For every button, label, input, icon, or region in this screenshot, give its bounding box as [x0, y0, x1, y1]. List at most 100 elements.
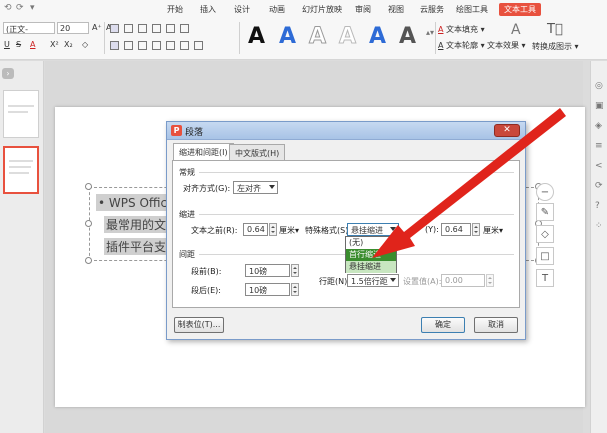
tab-home[interactable]: 开始 [167, 4, 183, 15]
text-fill-button[interactable]: A 文本填充 ▾ [438, 24, 485, 35]
special-format-select[interactable]: 悬挂缩进 [347, 223, 399, 236]
wordart-style-5[interactable]: A [369, 26, 386, 48]
increase-indent-icon[interactable] [152, 24, 161, 33]
tab-animation[interactable]: 动画 [269, 4, 285, 15]
wordart-style-4[interactable]: A [338, 25, 356, 48]
sidebar-icon[interactable]: ▣ [595, 101, 604, 111]
clear-format-icon[interactable]: ◇ [82, 40, 88, 49]
align-right-icon[interactable] [138, 41, 147, 50]
sidebar-icon[interactable]: ⟳ [595, 181, 603, 191]
undo-icon[interactable]: ⟳ [16, 3, 24, 13]
sidebar-icon[interactable]: ⁘ [595, 221, 603, 231]
tab-drawing-tools[interactable]: 绘图工具 [456, 4, 488, 15]
chevron-down-icon [390, 278, 396, 282]
tab-review[interactable]: 审阅 [355, 4, 371, 15]
wordart-style-3-label: A [308, 24, 327, 49]
space-before-input[interactable]: 10磅 [245, 264, 290, 277]
align-center-icon[interactable] [124, 41, 133, 50]
option-none[interactable]: (无) [346, 237, 396, 249]
text-outline-button[interactable]: A 文本轮廓 ▾ [438, 40, 485, 51]
dialog-title-bar[interactable]: P 段落 ✕ [167, 122, 525, 140]
distribute-icon[interactable] [166, 41, 175, 50]
text-direction-icon[interactable] [166, 24, 175, 33]
tab-stops-button[interactable]: 制表位(T)... [174, 317, 224, 333]
right-task-strip: ◎ ▣ ◈ ≡ < ⟳ ? ⁘ [590, 61, 607, 433]
option-hanging-indent[interactable]: 悬挂缩进 [346, 261, 396, 273]
resize-handle[interactable] [85, 183, 92, 190]
wordart-style-3[interactable]: A [308, 24, 327, 49]
align-select[interactable]: 左对齐 [233, 181, 278, 194]
option-first-line-indent[interactable]: 首行缩进 [346, 249, 396, 261]
tab-text-tools[interactable]: 文本工具 [499, 3, 541, 16]
thumb-line [8, 111, 28, 113]
vertical-align-icon[interactable] [194, 41, 203, 50]
tab-view[interactable]: 视图 [388, 4, 404, 15]
wordart-style-6[interactable]: A [399, 26, 416, 48]
columns-icon[interactable] [180, 41, 189, 50]
ok-button[interactable]: 确定 [421, 317, 465, 333]
grow-font-icon[interactable]: A⁺ [92, 23, 102, 32]
tab-slideshow[interactable]: 幻灯片放映 [302, 4, 342, 15]
pen-icon[interactable]: ✎ [536, 203, 554, 221]
measure-spinner[interactable] [472, 223, 480, 236]
wordart-style-2[interactable]: A [279, 26, 296, 48]
shape-outline-icon[interactable]: □ [536, 247, 554, 265]
thumb-line [8, 105, 34, 107]
text-frame-icon[interactable]: T [536, 269, 554, 287]
space-after-spinner[interactable] [291, 283, 299, 296]
slide-thumbnail-1[interactable] [3, 90, 39, 138]
before-text-spinner[interactable] [269, 223, 277, 236]
help-icon[interactable]: ? [595, 201, 600, 211]
align-left-icon[interactable] [110, 41, 119, 50]
measure-label: (Y): [425, 225, 439, 234]
tab-insert[interactable]: 插入 [200, 4, 216, 15]
cancel-button[interactable]: 取消 [474, 317, 518, 333]
minus-icon[interactable]: − [536, 183, 554, 201]
convert-to-diagram-button[interactable]: 转换成图示 ▾ [532, 41, 579, 52]
resize-handle[interactable] [85, 220, 92, 227]
line-spacing-icon[interactable] [180, 24, 189, 33]
before-text-input[interactable]: 0.64 [243, 223, 268, 236]
tab-design[interactable]: 设计 [234, 4, 250, 15]
measure-input[interactable]: 0.64 [441, 223, 471, 236]
line-spacing-value: 1.5倍行距 [351, 277, 388, 286]
section-indent: 缩进 [179, 210, 195, 219]
tab-cloud[interactable]: 云服务 [420, 4, 444, 15]
sidebar-icon[interactable]: ◎ [595, 81, 603, 91]
decrease-indent-icon[interactable] [138, 24, 147, 33]
wordart-gallery-more-icon[interactable]: ▴▾ [426, 28, 434, 37]
font-name-select[interactable]: (正文- [3, 22, 55, 34]
superscript-icon[interactable]: X² [50, 40, 59, 49]
tab-indent-spacing[interactable]: 缩进和间距(I) [173, 143, 234, 161]
font-name-value: (正文- [6, 25, 29, 34]
slide-thumbnail-2[interactable] [3, 146, 39, 194]
space-after-input[interactable]: 10磅 [245, 283, 290, 296]
tab-chinese-layout[interactable]: 中文版式(H) [229, 144, 286, 160]
bullets-icon[interactable] [110, 24, 119, 33]
resize-handle[interactable] [85, 257, 92, 264]
sidebar-icon[interactable]: ≡ [595, 141, 603, 151]
more-quick-access-icon[interactable]: ▾ [30, 3, 35, 13]
dialog-close-button[interactable]: ✕ [494, 124, 520, 137]
numbering-icon[interactable] [124, 24, 133, 33]
before-text-value: 0.64 [247, 225, 265, 234]
shape-fill-icon[interactable]: ◇ [536, 225, 554, 243]
font-color-icon[interactable]: A [30, 40, 35, 49]
underline-icon[interactable]: U [4, 40, 10, 49]
text-effect-button[interactable]: 文本效果 ▾ [487, 40, 526, 51]
space-before-spinner[interactable] [291, 264, 299, 277]
text-effect-label: 文本效果 [487, 41, 519, 50]
collapse-pane-icon[interactable]: › [2, 68, 14, 79]
sidebar-icon[interactable]: < [595, 161, 603, 171]
strikethrough-icon[interactable]: S [16, 40, 21, 49]
justify-icon[interactable] [152, 41, 161, 50]
sidebar-icon[interactable]: ◈ [595, 121, 602, 131]
font-size-select[interactable]: 20 [57, 22, 89, 34]
redo-icon[interactable]: ⟲ [4, 3, 12, 13]
line-spacing-select[interactable]: 1.5倍行距 [347, 274, 399, 287]
before-text-unit[interactable]: 厘米▾ [279, 225, 299, 236]
measure-unit[interactable]: 厘米▾ [483, 225, 503, 236]
wordart-style-1[interactable]: A [248, 26, 265, 48]
paragraph-dialog: P 段落 ✕ 缩进和间距(I) 中文版式(H) 常规 对齐方式(G): 左对齐 … [166, 121, 526, 340]
subscript-icon[interactable]: X₂ [64, 40, 73, 49]
